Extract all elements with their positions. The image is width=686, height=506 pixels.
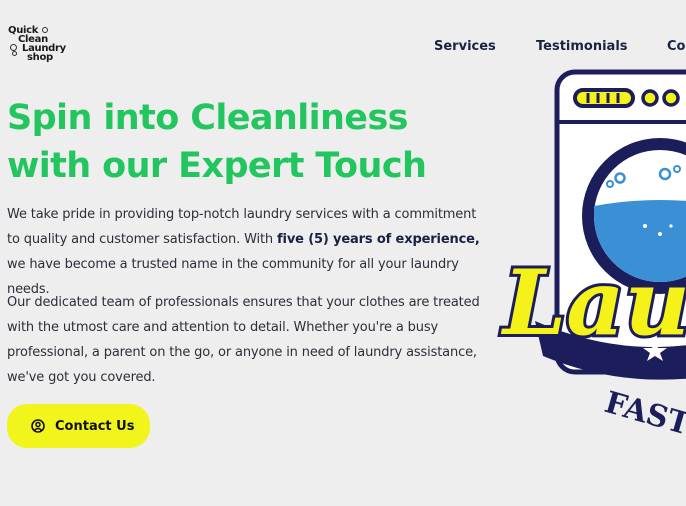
intro-paragraph: We take pride in providing top-notch lau…	[7, 202, 487, 302]
logo-word-shop: shop	[27, 52, 53, 63]
experience-highlight: five (5) years of experience,	[277, 232, 480, 247]
nav-testimonials[interactable]: Testimonials	[536, 39, 628, 54]
fast-arc-text: FAST	[601, 385, 686, 443]
contact-us-button[interactable]: Contact Us	[7, 404, 150, 448]
hero-title: Spin into Cleanliness with our Expert To…	[7, 94, 427, 190]
bubble-icon	[12, 51, 17, 56]
nav-services[interactable]: Services	[434, 39, 496, 54]
bubble-icon	[10, 44, 17, 51]
hero-title-line-1: Spin into Cleanliness	[7, 98, 409, 138]
user-circle-icon	[31, 419, 45, 433]
bubble-icon	[42, 27, 48, 33]
hero-title-line-2: with our Expert Touch	[7, 146, 427, 186]
contact-us-label: Contact Us	[55, 418, 135, 434]
laundry-brand-graphic: Lau FAST	[497, 69, 686, 443]
laundry-script-text: Lau	[500, 250, 686, 356]
team-paragraph: Our dedicated team of professionals ensu…	[7, 295, 480, 385]
nav-contact[interactable]: Co	[667, 39, 685, 54]
brand-logo[interactable]: Quick Clean Laundry shop	[8, 26, 70, 64]
